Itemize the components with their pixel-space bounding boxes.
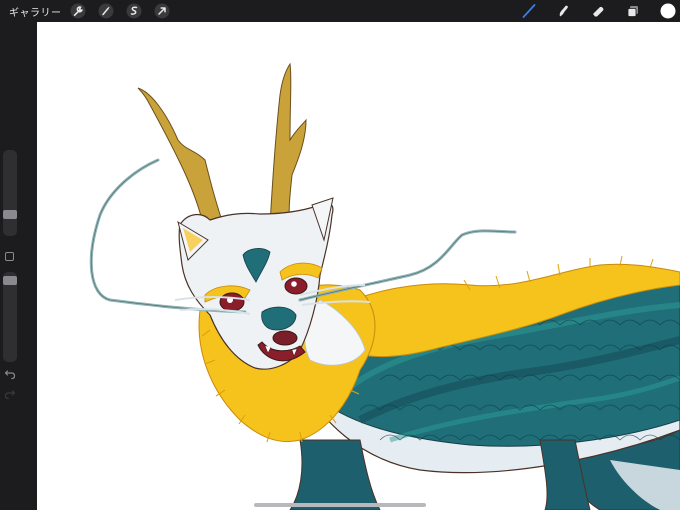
wrench-icon <box>70 3 85 19</box>
home-indicator <box>254 503 426 507</box>
modify-button[interactable] <box>5 252 14 261</box>
layers-icon <box>627 6 638 17</box>
active-color-dot <box>660 3 676 19</box>
drawing-canvas[interactable] <box>37 22 680 510</box>
magic-wand-icon <box>98 3 113 19</box>
transform-button[interactable] <box>154 3 170 19</box>
brush-button[interactable] <box>518 0 540 22</box>
left-sidebar <box>0 22 37 510</box>
layers-button[interactable] <box>622 0 644 22</box>
actions-button[interactable] <box>70 3 86 19</box>
color-swatch <box>660 3 676 19</box>
artwork-dragon <box>89 62 680 510</box>
smudge-icon <box>559 5 568 17</box>
selection-icon <box>126 3 141 19</box>
selection-button[interactable] <box>126 3 142 19</box>
brush-size-slider[interactable] <box>3 150 17 236</box>
eraser-icon <box>593 6 604 17</box>
top-toolbar: ギャラリー <box>0 0 680 22</box>
gallery-button[interactable]: ギャラリー <box>9 4 62 19</box>
adjustments-button[interactable] <box>98 3 114 19</box>
undo-icon[interactable] <box>4 368 16 380</box>
opacity-slider[interactable] <box>3 272 17 362</box>
redo-icon[interactable] <box>4 388 16 400</box>
eraser-button[interactable] <box>587 0 609 22</box>
opacity-thumb[interactable] <box>3 276 17 285</box>
brush-icon <box>522 4 536 18</box>
color-button[interactable] <box>657 0 679 22</box>
transform-arrow-icon <box>154 3 169 19</box>
smudge-button[interactable] <box>552 0 574 22</box>
brush-size-thumb[interactable] <box>3 210 17 219</box>
